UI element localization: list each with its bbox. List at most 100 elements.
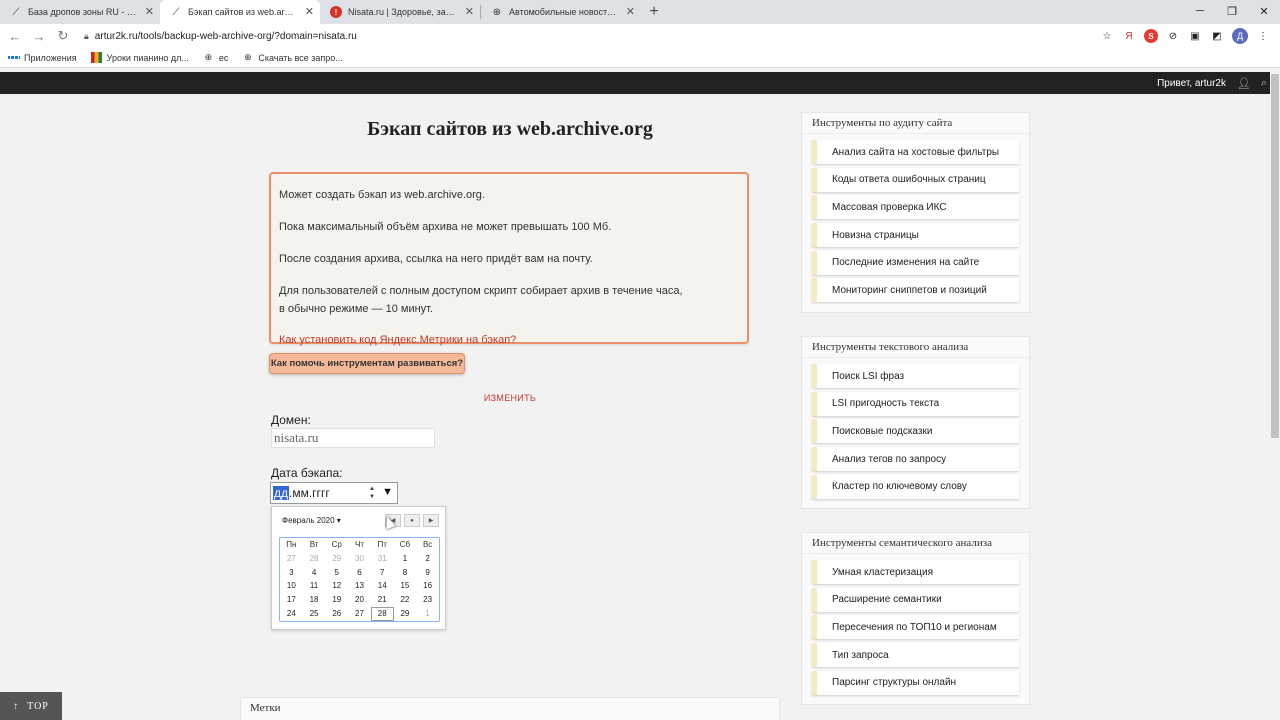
sidebar-tool-link[interactable]: Мониторинг сниппетов и позиций xyxy=(812,278,1019,303)
sidebar-tool-link[interactable]: Парсинг структуры онлайн xyxy=(812,670,1019,695)
sidebar-tool-link[interactable]: Последние изменения на сайте xyxy=(812,250,1019,275)
weekday-label: Чт xyxy=(354,540,364,549)
calendar-day[interactable]: 30 xyxy=(348,552,371,566)
scrollbar-thumb[interactable] xyxy=(1271,74,1279,438)
calendar-day[interactable]: 18 xyxy=(303,593,326,607)
calendar-day[interactable]: 16 xyxy=(416,579,439,593)
calendar-day[interactable]: 19 xyxy=(325,593,348,607)
block-icon[interactable]: ⊘ xyxy=(1166,29,1180,43)
calendar-day[interactable]: 31 xyxy=(371,552,394,566)
calendar-day[interactable]: 2 xyxy=(416,552,439,566)
date-spinner[interactable]: ▲ ▼ xyxy=(369,485,375,501)
sidebar-tool-link[interactable]: Поисковые подсказки xyxy=(812,419,1019,444)
sidebar-tool-link[interactable]: Анализ сайта на хостовые фильтры xyxy=(812,140,1019,164)
sidebar-tool-link[interactable]: Массовая проверка ИКС xyxy=(812,195,1019,220)
browser-tab[interactable]: ⟋ База дропов зоны RU - artur2k ✕ xyxy=(0,0,160,24)
calendar-day[interactable]: 4 xyxy=(303,566,326,580)
calendar-day[interactable]: 14 xyxy=(371,579,394,593)
calendar-day[interactable]: 29 xyxy=(325,552,348,566)
user-icon[interactable]: 👤︎ xyxy=(1236,77,1252,90)
calendar-day[interactable]: 17 xyxy=(280,593,303,607)
close-icon[interactable]: ✕ xyxy=(145,6,154,18)
sidebar-tool-link[interactable]: Анализ тегов по запросу xyxy=(812,447,1019,472)
dropdown-arrow-icon[interactable]: ▼ xyxy=(382,486,393,498)
date-rest-segment[interactable]: .мм.гггг xyxy=(289,486,330,500)
spin-down-icon[interactable]: ▼ xyxy=(369,493,375,501)
calendar-day[interactable]: 3 xyxy=(280,566,303,580)
change-link[interactable]: ИЗМЕНИТЬ xyxy=(470,393,550,403)
calendar-day[interactable]: 27 xyxy=(348,607,371,621)
calendar-day[interactable]: 28 xyxy=(303,552,326,566)
extension-icon[interactable]: ▣ xyxy=(1188,29,1202,43)
extension-red-icon[interactable]: S xyxy=(1144,29,1158,43)
calendar-day[interactable]: 10 xyxy=(280,579,303,593)
new-tab-button[interactable]: + xyxy=(641,0,667,24)
window-controls: ─ ❐ ✕ xyxy=(1184,0,1280,24)
yandex-icon[interactable]: Я xyxy=(1122,29,1136,43)
calendar-day[interactable]: 22 xyxy=(394,593,417,607)
profile-avatar[interactable]: Д xyxy=(1232,28,1248,44)
calendar-day[interactable]: 11 xyxy=(303,579,326,593)
date-day-segment[interactable]: дд xyxy=(273,486,290,500)
bookmark-item[interactable]: Приложения xyxy=(8,52,77,63)
close-icon[interactable]: ✕ xyxy=(305,6,314,18)
calendar-day[interactable]: 26 xyxy=(325,607,348,621)
minimize-icon[interactable]: ─ xyxy=(1184,0,1216,22)
calendar-day[interactable]: 5 xyxy=(325,566,348,580)
calendar-month-select[interactable]: Февраль 2020 ▾ xyxy=(282,516,341,525)
sidebar-tool-link[interactable]: Кластер по ключевому слову xyxy=(812,474,1019,499)
calendar-day[interactable]: 21 xyxy=(371,593,394,607)
close-icon[interactable]: ✕ xyxy=(465,6,474,18)
next-month-icon[interactable]: ▶ xyxy=(423,514,439,527)
calendar-day[interactable]: 27 xyxy=(280,552,303,566)
calendar-day[interactable]: 7 xyxy=(371,566,394,580)
close-window-icon[interactable]: ✕ xyxy=(1248,0,1280,22)
browser-tab[interactable]: ⊕ Автомобильные новости, стр. ✕ xyxy=(481,0,641,24)
calendar-day[interactable]: 25 xyxy=(303,607,326,621)
lock-icon[interactable]: 🔒︎ xyxy=(84,31,89,42)
bookmark-item[interactable]: Уроки пианино дл... xyxy=(90,52,189,63)
sidebar-tool-link[interactable]: Расширение семантики xyxy=(812,587,1019,612)
metrika-help-link[interactable]: Как установить код Яндекс.Метрики на бэк… xyxy=(279,334,516,346)
extension-dark-icon[interactable]: ◩ xyxy=(1210,29,1224,43)
calendar-day[interactable]: 20 xyxy=(348,593,371,607)
calendar-day[interactable]: 13 xyxy=(348,579,371,593)
calendar-day[interactable]: 8 xyxy=(394,566,417,580)
sidebar-tool-link[interactable]: Пересечения по ТОП10 и регионам xyxy=(812,615,1019,640)
calendar-day[interactable]: 12 xyxy=(325,579,348,593)
calendar-day[interactable]: 1 xyxy=(416,607,439,621)
forward-arrow-icon[interactable]: → xyxy=(28,25,50,47)
browser-tab-active[interactable]: ⟋ Бэкап сайтов из web.archive.org ✕ xyxy=(160,0,320,24)
close-icon[interactable]: ✕ xyxy=(626,6,635,18)
restore-icon[interactable]: ❐ xyxy=(1216,0,1248,22)
calendar-day[interactable]: 1 xyxy=(394,552,417,566)
bookmark-star-icon[interactable]: ☆ xyxy=(1100,29,1114,43)
scroll-top-button[interactable]: ↑ TOP xyxy=(0,692,62,720)
sidebar-tool-link[interactable]: Умная кластеризация xyxy=(812,560,1019,584)
address-bar[interactable]: artur2k.ru/tools/backup-web-archive-org/… xyxy=(95,31,1100,42)
bookmark-item[interactable]: ⊕ ес xyxy=(203,52,229,63)
sidebar-tool-link[interactable]: Поиск LSI фраз xyxy=(812,364,1019,388)
calendar-day[interactable]: 28 xyxy=(370,606,394,621)
back-arrow-icon[interactable]: ← xyxy=(4,25,26,47)
help-develop-button[interactable]: Как помочь инструментам развиваться? xyxy=(269,353,465,374)
reload-icon[interactable]: ↻ xyxy=(52,25,74,47)
calendar-day[interactable]: 24 xyxy=(280,607,303,621)
calendar-day[interactable]: 29 xyxy=(394,607,417,621)
sidebar-tool-link[interactable]: Новизна страницы xyxy=(812,223,1019,248)
domain-input[interactable]: nisata.ru xyxy=(271,428,435,448)
calendar-day[interactable]: 6 xyxy=(348,566,371,580)
sidebar-tool-link[interactable]: LSI пригодность текста xyxy=(812,391,1019,416)
browser-tab[interactable]: ! Nisata.ru | Здоровье, законы, и ✕ xyxy=(320,0,480,24)
sidebar-tool-link[interactable]: Тип запроса xyxy=(812,643,1019,668)
sidebar-tool-link[interactable]: Коды ответа ошибочных страниц xyxy=(812,167,1019,192)
bookmark-item[interactable]: ⊕ Скачать все запро... xyxy=(242,52,343,63)
user-greeting[interactable]: Привет, artur2k xyxy=(1157,78,1226,89)
calendar-day[interactable]: 15 xyxy=(394,579,417,593)
calendar-day[interactable]: 9 xyxy=(416,566,439,580)
today-icon[interactable]: ● xyxy=(404,514,420,527)
menu-dots-icon[interactable]: ⋮ xyxy=(1256,29,1270,43)
spin-up-icon[interactable]: ▲ xyxy=(369,485,375,493)
date-input[interactable]: дд .мм.гггг ▲ ▼ ▼ xyxy=(270,482,398,504)
calendar-day[interactable]: 23 xyxy=(416,593,439,607)
